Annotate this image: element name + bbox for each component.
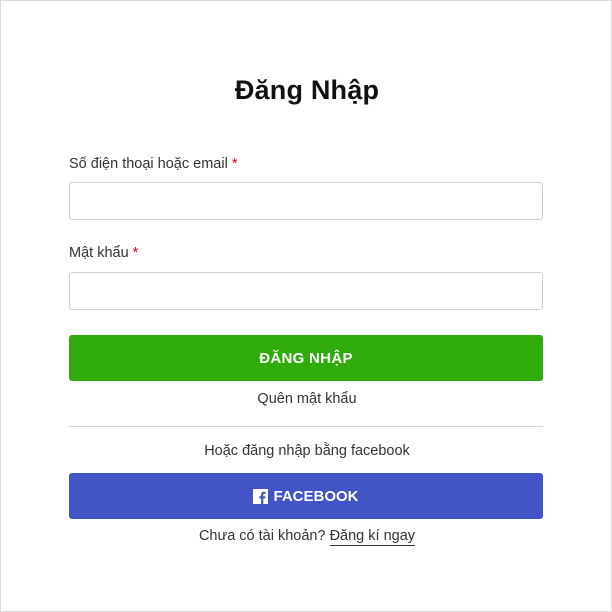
password-input[interactable] (69, 272, 543, 310)
required-mark: * (132, 245, 139, 261)
signup-link[interactable]: Đăng kí ngay (329, 528, 416, 546)
phone-email-label-text: Số điện thoại hoặc email (69, 156, 228, 172)
facebook-button-label: FACEBOOK (273, 487, 359, 505)
signup-row: Chưa có tài khoản? Đăng kí ngay (1, 528, 612, 546)
phone-email-input[interactable] (69, 182, 543, 220)
facebook-login-button[interactable]: FACEBOOK (69, 473, 543, 519)
phone-email-label: Số điện thoại hoặc email * (69, 156, 237, 172)
facebook-icon (253, 488, 269, 504)
forgot-password-link[interactable]: Quên mật khẩu (1, 391, 612, 407)
password-label-text: Mật khẩu (69, 245, 129, 261)
login-button-label: ĐĂNG NHẬP (259, 349, 353, 367)
facebook-login-prompt: Hoặc đăng nhập bằng facebook (204, 443, 410, 459)
login-panel: Đăng Nhập Số điện thoại hoặc email * Mật … (0, 0, 612, 612)
login-button[interactable]: ĐĂNG NHẬP (69, 335, 543, 381)
password-label: Mật khẩu * (69, 245, 138, 261)
page-title: Đăng Nhập (234, 75, 380, 105)
required-mark: * (231, 156, 238, 172)
divider (69, 426, 543, 427)
no-account-text: Chưa có tài khoản? (198, 528, 326, 544)
